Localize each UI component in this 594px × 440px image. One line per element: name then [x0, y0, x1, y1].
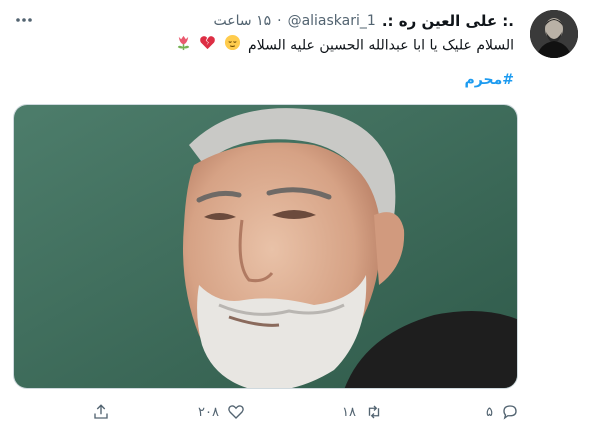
tweet-action-bar: ۵ ۱۸ ۲۰۸ [0, 398, 594, 426]
tweet-media-image[interactable] [13, 104, 518, 389]
more-options-icon[interactable] [12, 10, 36, 30]
tulip-icon [175, 34, 192, 57]
like-button[interactable]: ۲۰۸ [198, 398, 245, 426]
user-handle[interactable]: @aliaskari_1 [288, 13, 376, 29]
reply-icon [501, 403, 519, 421]
display-name[interactable]: .: علی العین ره :. [382, 12, 514, 30]
reply-count: ۵ [486, 404, 493, 420]
heart-icon [227, 403, 245, 421]
share-button[interactable] [92, 398, 110, 426]
retweet-icon [364, 403, 384, 421]
retweet-count: ۱۸ [342, 404, 356, 420]
like-count: ۲۰۸ [198, 404, 219, 420]
portrait-illustration [14, 105, 517, 388]
tweet-text-content: السلام علیک یا ابا عبدالله الحسین علیه ا… [248, 37, 514, 54]
retweet-button[interactable]: ۱۸ [342, 398, 384, 426]
tweet-text: السلام علیک یا ابا عبدالله الحسین علیه ا… [94, 34, 514, 57]
tweet-timestamp[interactable]: ۱۵ ساعت [214, 13, 272, 29]
avatar[interactable] [530, 10, 578, 58]
avatar-image [530, 10, 578, 58]
tweet-header: .: علی العین ره :. @aliaskari_1 · ۱۵ ساع… [214, 10, 514, 32]
broken-heart-icon [199, 34, 216, 57]
hashtag-link[interactable]: #محرم [465, 72, 514, 88]
tweet-card[interactable]: .: علی العین ره :. @aliaskari_1 · ۱۵ ساع… [0, 0, 594, 440]
share-icon [92, 403, 110, 421]
separator-dot: · [277, 13, 282, 29]
reply-button[interactable]: ۵ [486, 398, 519, 426]
relieved-face-icon [224, 34, 241, 57]
